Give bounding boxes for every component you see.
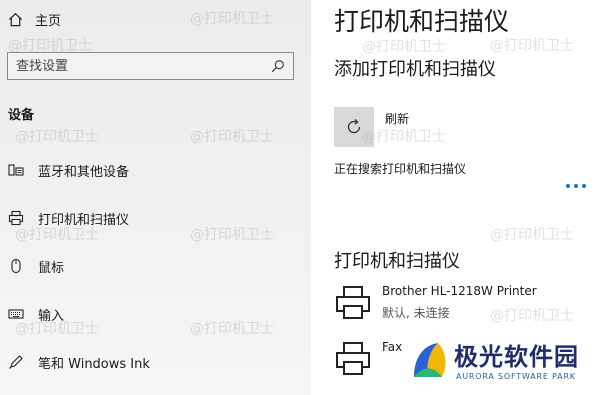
sidebar-item-typing[interactable]: 输入 — [8, 303, 64, 325]
printer-name: Fax — [382, 340, 403, 354]
home-label: 主页 — [35, 13, 62, 29]
brand-subtitle: AURORA SOFTWARE PARK — [456, 372, 576, 381]
printer-list-heading: 打印机和扫描仪 — [334, 251, 460, 272]
sidebar-item-label: 笔和 Windows Ink — [38, 356, 150, 372]
add-printer-heading: 添加打印机和扫描仪 — [334, 59, 496, 80]
sidebar-item-label: 蓝牙和其他设备 — [38, 164, 130, 180]
keyboard-icon — [8, 306, 24, 322]
sidebar-item-label: 打印机和扫描仪 — [38, 212, 130, 228]
mouse-icon — [8, 258, 24, 274]
sidebar: 主页 设备 蓝牙和其他设备 打印机和扫描仪 鼠标 输入 — [0, 0, 311, 395]
home-icon — [8, 12, 23, 27]
home-link[interactable]: 主页 — [8, 8, 61, 30]
printer-icon — [8, 210, 24, 226]
refresh-icon — [344, 117, 364, 137]
search-icon[interactable] — [271, 59, 285, 73]
searching-status: 正在搜索打印机和扫描仪 — [334, 162, 467, 176]
printer-icon — [334, 284, 372, 322]
settings-search-input[interactable] — [16, 58, 271, 74]
aurora-logo-icon — [408, 339, 452, 383]
printer-icon — [334, 340, 372, 378]
brand-logo: 极光软件园 AURORA SOFTWARE PARK — [402, 336, 592, 390]
more-options-icon[interactable] — [566, 178, 590, 194]
sidebar-item-mouse[interactable]: 鼠标 — [8, 255, 64, 277]
printer-name: Brother HL-1218W Printer — [382, 284, 537, 298]
page-title: 打印机和扫描仪 — [334, 7, 510, 36]
sidebar-item-label: 鼠标 — [38, 260, 65, 276]
sidebar-item-pen[interactable]: 笔和 Windows Ink — [8, 351, 150, 373]
sidebar-item-label: 输入 — [38, 308, 65, 324]
refresh-button[interactable] — [334, 107, 374, 147]
keyboard-phone-icon — [8, 162, 24, 178]
brand-name: 极光软件园 — [454, 343, 579, 371]
sidebar-item-printers[interactable]: 打印机和扫描仪 — [8, 207, 129, 229]
settings-search-box[interactable] — [7, 52, 294, 80]
pen-icon — [8, 354, 24, 370]
sidebar-item-bluetooth[interactable]: 蓝牙和其他设备 — [8, 159, 129, 181]
printer-status: 默认, 未连接 — [382, 306, 450, 320]
section-title: 设备 — [8, 108, 35, 123]
refresh-label[interactable]: 刷新 — [385, 110, 409, 127]
